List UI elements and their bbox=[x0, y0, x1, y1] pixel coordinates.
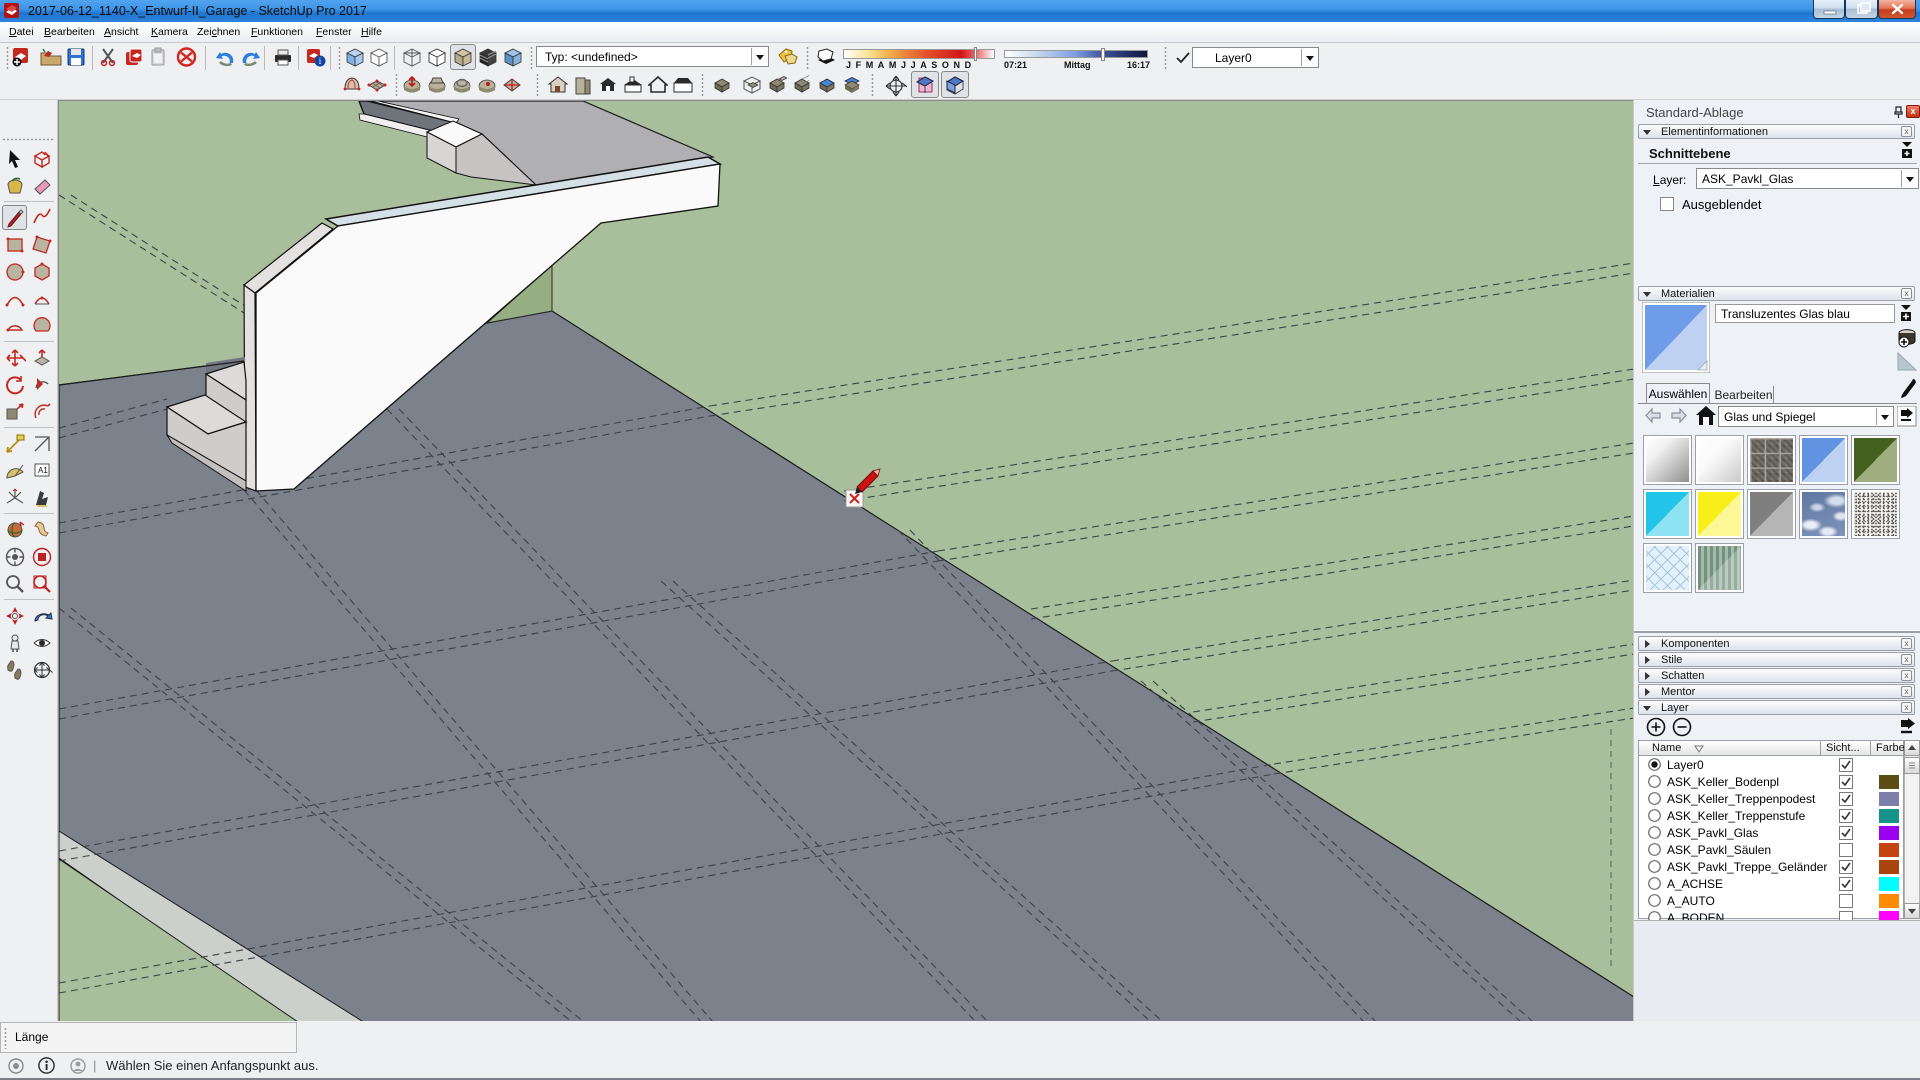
svg-text:A1: A1 bbox=[38, 466, 48, 475]
